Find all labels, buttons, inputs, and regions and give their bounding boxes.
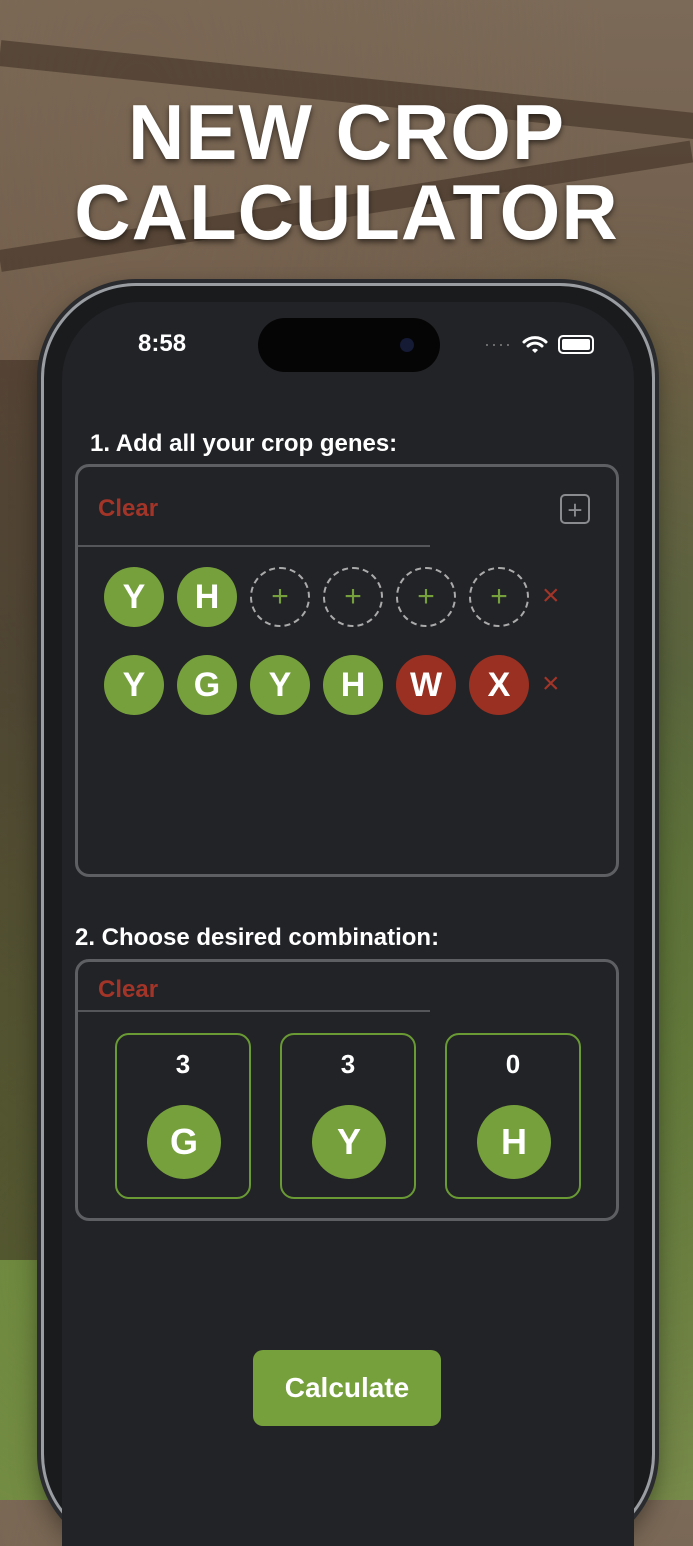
gene-circle[interactable]: W: [396, 655, 456, 715]
empty-gene-slot[interactable]: +: [396, 567, 456, 627]
divider: [78, 1010, 430, 1012]
empty-gene-slot[interactable]: +: [323, 567, 383, 627]
status-icons: ····: [484, 334, 594, 355]
gene-circle[interactable]: H: [177, 567, 237, 627]
calculate-button[interactable]: Calculate: [253, 1350, 441, 1426]
clear-combination-button[interactable]: Clear: [98, 976, 158, 1004]
remove-row-icon[interactable]: ×: [542, 581, 560, 611]
gene-circle[interactable]: Y: [250, 655, 310, 715]
step2-label: 2. Choose desired combination:: [75, 924, 440, 951]
signal-icon: ····: [484, 334, 512, 354]
clear-genes-button[interactable]: Clear: [98, 495, 158, 523]
gene-circle[interactable]: Y: [104, 655, 164, 715]
phone-frame: 8:58 ···· 1. Add all your crop genes: Cl…: [44, 286, 652, 1546]
plus-square-icon[interactable]: +: [560, 494, 590, 524]
status-time: 8:58: [138, 330, 187, 357]
combination-count: 0: [505, 1049, 521, 1079]
camera-icon: [400, 338, 414, 352]
step1-label: 1. Add all your crop genes:: [90, 430, 398, 457]
dynamic-island: [258, 318, 440, 372]
combination-count: 3: [340, 1049, 356, 1079]
battery-icon: [558, 335, 594, 354]
remove-row-icon[interactable]: ×: [542, 669, 560, 699]
gene-circle: H: [477, 1105, 551, 1179]
gene-circle[interactable]: X: [469, 655, 529, 715]
headline: NEW CROP CALCULATOR: [0, 92, 693, 252]
gene-circle: Y: [312, 1105, 386, 1179]
combination-card[interactable]: 3 Y: [280, 1033, 416, 1199]
gene-circle[interactable]: H: [323, 655, 383, 715]
genes-panel: Clear + Y H + + + + × Y G Y H W X ×: [75, 464, 619, 877]
combination-card[interactable]: 0 H: [445, 1033, 581, 1199]
empty-gene-slot[interactable]: +: [250, 567, 310, 627]
headline-line-1: NEW CROP: [128, 88, 565, 176]
app-screen: 8:58 ···· 1. Add all your crop genes: Cl…: [62, 302, 634, 1546]
combination-card[interactable]: 3 G: [115, 1033, 251, 1199]
wifi-icon: [522, 335, 548, 353]
combination-panel: Clear 3 G 3 Y 0 H: [75, 959, 619, 1221]
gene-circle[interactable]: G: [177, 655, 237, 715]
gene-circle: G: [147, 1105, 221, 1179]
headline-line-2: CALCULATOR: [74, 168, 619, 256]
combination-count: 3: [175, 1049, 191, 1079]
gene-circle[interactable]: Y: [104, 567, 164, 627]
empty-gene-slot[interactable]: +: [469, 567, 529, 627]
divider: [78, 545, 430, 547]
